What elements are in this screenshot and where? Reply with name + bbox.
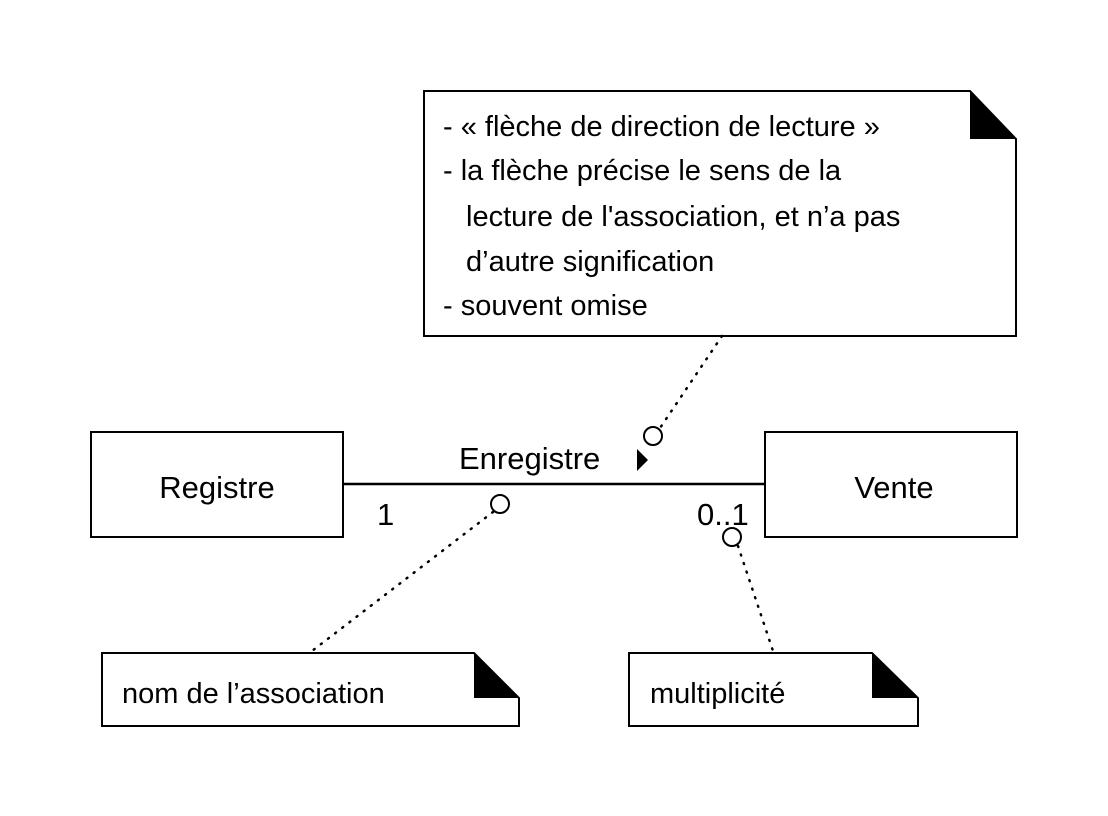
note-reading-direction: - « flèche de direction de lecture » - l… [423,90,1017,337]
anchor-circle-multiplicity [722,527,742,547]
note-line-4: d’autre signification [466,246,714,278]
note-association-name: nom de l’association [101,652,520,727]
note-folded-corner-icon [474,653,519,698]
multiplicity-left: 1 [377,497,394,532]
class-vente: Vente [764,431,1018,538]
note-text: multiplicité [650,678,785,710]
class-name: Vente [854,470,933,505]
note-line-1: - « flèche de direction de lecture » [443,111,880,143]
note-line-3: lecture de l'association, et n’a pas [466,201,900,233]
connector-reading-note [658,334,724,430]
uml-association-diagram: - « flèche de direction de lecture » - l… [90,90,1018,727]
note-line-5: - souvent omise [443,290,648,322]
connector-multiplicity-note [736,544,775,653]
note-line-2: - la flèche précise le sens de la [443,155,842,187]
class-name: Registre [159,470,274,505]
multiplicity-right: 0..1 [697,497,749,532]
reading-direction-arrow-icon [637,449,648,471]
class-registre: Registre [90,431,344,538]
association-name: Enregistre [459,441,600,476]
note-text: nom de l’association [122,678,385,710]
anchor-circle-reading-arrow [643,426,663,446]
note-multiplicity: multiplicité [628,652,919,727]
anchor-circle-association-name [490,494,510,514]
